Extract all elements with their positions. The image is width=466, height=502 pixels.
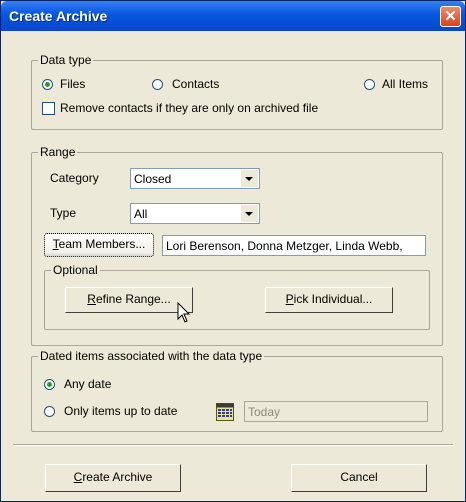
contacts-label[interactable]: Contacts: [172, 77, 219, 91]
any-date-label[interactable]: Any date: [64, 377, 111, 391]
remove-contacts-label[interactable]: Remove contacts if they are only on arch…: [60, 101, 318, 115]
up-to-date-label[interactable]: Only items up to date: [64, 404, 177, 418]
remove-contacts-checkbox[interactable]: [42, 102, 55, 115]
team-members-field[interactable]: Lori Berenson, Donna Metzger, Linda Webb…: [162, 235, 426, 256]
footer-divider: [13, 444, 453, 446]
create-mnemonic: C: [73, 470, 83, 484]
data-type-legend: Data type: [38, 53, 94, 67]
refine-range-button[interactable]: Refine Range...: [65, 287, 193, 313]
dated-items-legend: Dated items associated with the data typ…: [38, 349, 265, 363]
title-bar[interactable]: Create Archive ✕: [1, 1, 465, 31]
team-members-button-label: eam Members...: [58, 237, 146, 251]
category-select[interactable]: Closed: [130, 168, 260, 189]
up-to-date-radio[interactable]: [44, 406, 55, 417]
type-label: Type: [50, 206, 77, 220]
category-value: Closed: [134, 172, 172, 186]
contacts-radio[interactable]: [152, 79, 163, 90]
refine-range-label: efine Range...: [95, 292, 171, 306]
files-radio[interactable]: [42, 79, 53, 90]
dated-items-group: Dated items associated with the data typ…: [31, 349, 443, 432]
files-label[interactable]: Files: [60, 77, 85, 91]
cancel-label: Cancel: [340, 470, 378, 484]
close-icon: ✕: [444, 8, 457, 25]
data-type-group: Data type Files Contacts All Items Remov…: [31, 53, 443, 130]
any-date-radio[interactable]: [44, 379, 55, 390]
range-legend: Range: [38, 145, 78, 159]
dropdown-arrow-icon[interactable]: [240, 170, 258, 187]
all-items-radio[interactable]: [364, 79, 375, 90]
type-value: All: [134, 207, 148, 221]
cancel-button[interactable]: Cancel: [291, 464, 427, 492]
all-items-label[interactable]: All Items: [382, 77, 428, 91]
refine-mnemonic: R: [87, 292, 96, 306]
pick-individual-label: ick Individual...: [293, 292, 373, 306]
create-archive-button[interactable]: Create Archive: [45, 464, 181, 492]
pick-mnemonic: P: [285, 292, 294, 306]
optional-legend: Optional: [51, 263, 100, 277]
type-select[interactable]: All: [130, 203, 260, 224]
dropdown-arrow-icon[interactable]: [240, 205, 258, 222]
team-members-value: Lori Berenson, Donna Metzger, Linda Webb…: [166, 239, 403, 253]
pick-individual-button[interactable]: Pick Individual...: [265, 287, 393, 313]
range-group: Range Category Closed Type All Team Memb…: [31, 145, 443, 346]
create-archive-dialog: Create Archive ✕ Data type Files Contact…: [0, 0, 466, 502]
date-field[interactable]: Today: [244, 401, 428, 422]
close-button[interactable]: ✕: [440, 6, 461, 27]
create-archive-label: reate Archive: [82, 470, 153, 484]
team-members-button[interactable]: Team Members...: [44, 233, 154, 257]
window-title: Create Archive: [9, 8, 108, 24]
optional-group: Optional Refine Range... Pick Individual…: [44, 263, 430, 330]
calendar-icon[interactable]: [216, 403, 234, 421]
date-value: Today: [248, 405, 281, 419]
category-label: Category: [50, 171, 99, 185]
